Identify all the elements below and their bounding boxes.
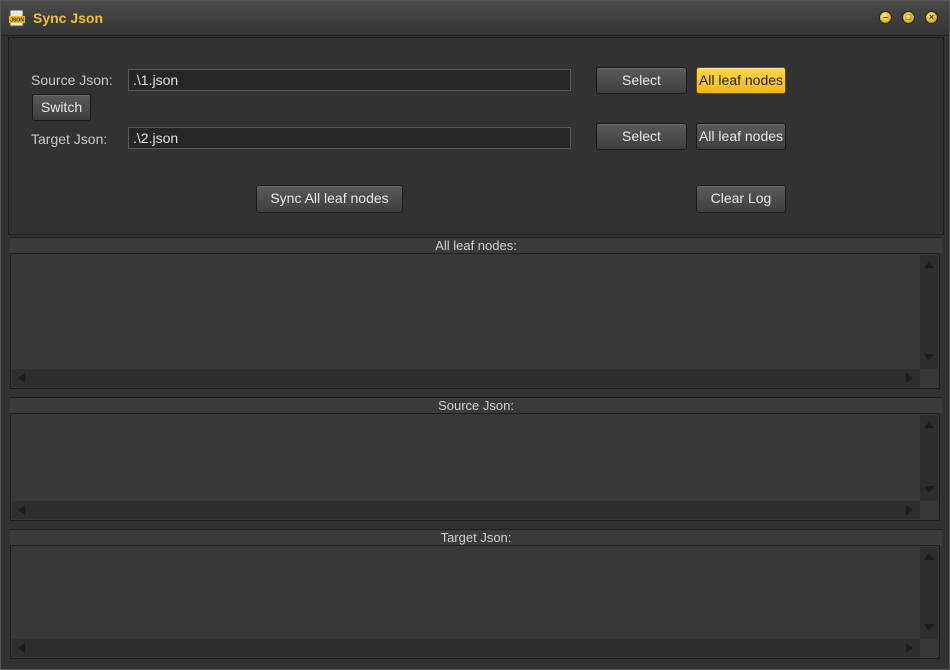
target-leaf-nodes-button[interactable]: All leaf nodes: [696, 123, 786, 150]
title-bar[interactable]: JSON Sync Json – □ ×: [1, 1, 949, 36]
scroll-down-icon[interactable]: [924, 354, 934, 361]
maximize-icon[interactable]: □: [902, 11, 915, 24]
target-json-input[interactable]: .\2.json: [128, 127, 571, 149]
vertical-scrollbar[interactable]: [920, 547, 938, 639]
scroll-up-icon[interactable]: [924, 553, 934, 560]
scrollbar-corner: [920, 639, 938, 657]
scroll-left-icon[interactable]: [18, 505, 25, 515]
source-json-section-title: Source Json:: [10, 397, 942, 414]
scroll-right-icon[interactable]: [906, 373, 913, 383]
json-file-icon: JSON: [9, 9, 25, 27]
select-target-button[interactable]: Select: [596, 123, 687, 150]
source-json-input[interactable]: .\1.json: [128, 69, 571, 91]
scroll-up-icon[interactable]: [924, 421, 934, 428]
sync-all-leaf-nodes-button[interactable]: Sync All leaf nodes: [256, 185, 403, 213]
horizontal-scrollbar[interactable]: [12, 369, 920, 387]
scrollbar-corner: [920, 369, 938, 387]
close-icon[interactable]: ×: [925, 11, 938, 24]
vertical-scrollbar[interactable]: [920, 255, 938, 369]
window-title: Sync Json: [33, 10, 104, 26]
svg-text:JSON: JSON: [10, 18, 24, 24]
scroll-down-icon[interactable]: [924, 486, 934, 493]
minimize-icon[interactable]: –: [879, 11, 892, 24]
horizontal-scrollbar[interactable]: [12, 501, 920, 519]
scroll-down-icon[interactable]: [924, 624, 934, 631]
select-source-button[interactable]: Select: [596, 67, 687, 94]
source-json-log[interactable]: [10, 413, 940, 521]
scroll-up-icon[interactable]: [924, 261, 934, 268]
target-json-section-title: Target Json:: [10, 529, 942, 546]
leaf-nodes-log[interactable]: [10, 253, 940, 389]
scrollbar-corner: [920, 501, 938, 519]
scroll-left-icon[interactable]: [18, 643, 25, 653]
scroll-right-icon[interactable]: [906, 505, 913, 515]
horizontal-scrollbar[interactable]: [12, 639, 920, 657]
leaf-nodes-section-title: All leaf nodes:: [10, 237, 942, 254]
switch-button[interactable]: Switch: [32, 94, 91, 121]
target-json-log[interactable]: [10, 545, 940, 659]
target-json-label: Target Json:: [31, 131, 108, 147]
source-leaf-nodes-button[interactable]: All leaf nodes: [696, 67, 786, 94]
settings-panel: Source Json: .\1.json Select All leaf no…: [8, 37, 944, 235]
vertical-scrollbar[interactable]: [920, 415, 938, 501]
scroll-right-icon[interactable]: [906, 643, 913, 653]
clear-log-button[interactable]: Clear Log: [696, 185, 786, 213]
scroll-left-icon[interactable]: [18, 373, 25, 383]
app-window: JSON Sync Json – □ × Source Json: .\1.js…: [0, 0, 950, 670]
source-json-label: Source Json:: [31, 72, 113, 88]
